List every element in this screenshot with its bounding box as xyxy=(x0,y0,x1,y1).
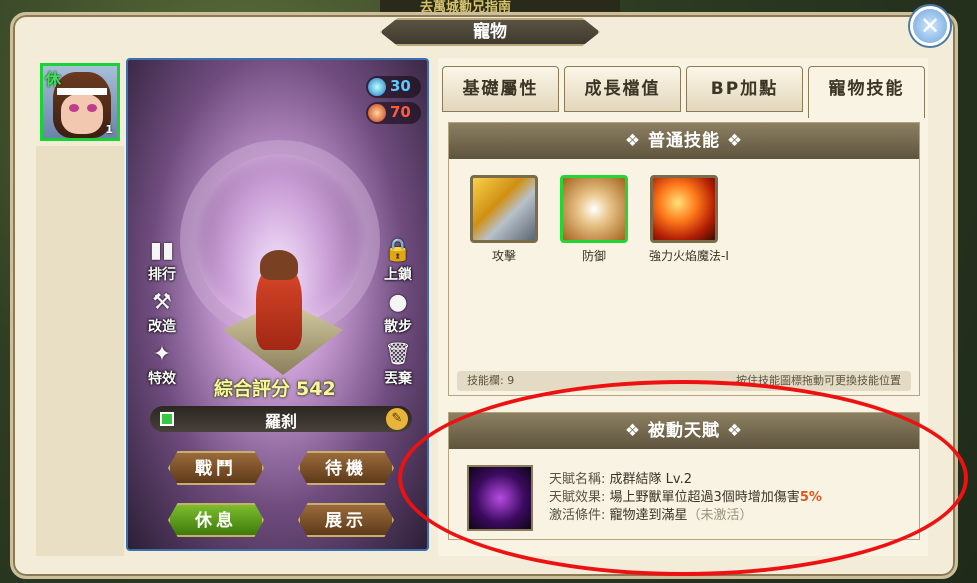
fireball-icon xyxy=(650,175,718,243)
talent-name-value: 成群結隊 Lv.2 xyxy=(609,472,692,487)
talent-condition-row: 激活條件: 寵物達到滿星（未激活） xyxy=(549,507,822,525)
score-value: 542 xyxy=(296,378,336,400)
skill-defend[interactable]: 防御 xyxy=(559,175,629,264)
discard-button[interactable]: 🗑 丟棄 xyxy=(380,342,416,388)
wrench-icon: ⚒ xyxy=(152,290,172,315)
ranking-icon: ▮▮ xyxy=(149,238,175,263)
talent-details: 天賦名稱: 成群結隊 Lv.2 天賦效果: 場上野獸單位超過3個時增加傷害5% … xyxy=(549,471,822,525)
top-banner: 去萬城勸兄指南 xyxy=(380,0,620,15)
sparkle-icon: ✦ xyxy=(152,342,172,367)
lock-button[interactable]: 🔒 上鎖 xyxy=(380,238,416,284)
talent-effect-value: 場上野獸單位超過3個時增加傷害 xyxy=(609,490,800,505)
pet-portrait-face xyxy=(61,94,103,134)
tab-bp-points[interactable]: BP加點 xyxy=(686,66,803,112)
passive-talent-title: ❖ 被動天賦 ❖ xyxy=(449,413,919,449)
pet-level: 1 xyxy=(105,123,113,136)
effects-button[interactable]: ✦ 特效 xyxy=(144,342,180,388)
skill-slot-count: 技能欄: 9 xyxy=(467,374,515,387)
resource-water: 30 xyxy=(366,76,421,98)
skill-name: 攻擊 xyxy=(491,249,516,263)
tab-base-attributes[interactable]: 基礎屬性 xyxy=(442,66,559,112)
pencil-icon: ✎ xyxy=(391,411,403,426)
close-icon: ✕ xyxy=(919,12,941,40)
pet-slot-selected[interactable]: 休 1 xyxy=(40,63,120,141)
talent-condition-value: 寵物達到滿星 xyxy=(609,508,688,523)
pet-name-bar: 羅刹 ✎ xyxy=(150,406,412,432)
resource-fire-value: 70 xyxy=(390,103,411,121)
skill-attack[interactable]: 攻擊 xyxy=(469,175,539,264)
effects-label: 特效 xyxy=(148,371,176,387)
lock-label: 上鎖 xyxy=(384,267,412,283)
window-title: 寵物 xyxy=(380,18,600,46)
pet-name: 羅刹 xyxy=(264,412,297,431)
tab-growth-values[interactable]: 成長檔值 xyxy=(564,66,681,112)
resource-fire: 70 xyxy=(366,102,421,124)
overall-score: 綜合評分 542 xyxy=(214,374,336,401)
paw-icon: ● xyxy=(388,290,408,315)
pet-portrait-eye xyxy=(87,104,97,112)
battle-button[interactable]: 戰鬥 xyxy=(168,451,264,485)
talent-activation-status: （未激活） xyxy=(687,508,753,523)
lock-icon: 🔒 xyxy=(384,238,412,263)
talent-silhouette-icon[interactable] xyxy=(467,465,533,531)
resource-water-value: 30 xyxy=(390,77,411,95)
passive-talent-section: ❖ 被動天賦 ❖ 天賦名稱: 成群結隊 Lv.2 天賦效果: 場上野獸單位超過3… xyxy=(448,412,920,540)
rest-status-tag: 休 xyxy=(45,70,62,89)
pet-portrait-headband xyxy=(57,88,107,95)
rest-button[interactable]: 休息 xyxy=(168,503,264,537)
trash-icon: 🗑 xyxy=(384,342,412,367)
talent-name-row: 天賦名稱: 成群結隊 Lv.2 xyxy=(549,471,822,489)
fire-orb-icon xyxy=(368,104,386,122)
talent-effect-percent: 5% xyxy=(799,490,822,505)
modify-button[interactable]: ⚒ 改造 xyxy=(144,290,180,336)
edit-name-button[interactable]: ✎ xyxy=(386,408,408,430)
pet-portrait-eye xyxy=(69,104,79,112)
display-button[interactable]: 展示 xyxy=(298,503,394,537)
modify-label: 改造 xyxy=(148,319,176,335)
ranking-button[interactable]: ▮▮ 排行 xyxy=(144,238,180,284)
normal-skills-section: ❖ 普通技能 ❖ 攻擊 防御 強力火焰魔法-Ⅰ 技能欄: 9 按住技能圖標拖動可… xyxy=(448,122,920,396)
walk-label: 散步 xyxy=(384,319,412,335)
talent-condition-label: 激活條件: xyxy=(549,508,606,523)
pet-model-head xyxy=(260,250,298,280)
skill-slot-bar: 技能欄: 9 按住技能圖標拖動可更換技能位置 xyxy=(457,371,911,391)
water-orb-icon xyxy=(368,78,386,96)
drag-hint: 按住技能圖標拖動可更換技能位置 xyxy=(736,374,901,387)
close-button[interactable]: ✕ xyxy=(910,6,950,46)
tab-pet-skills[interactable]: 寵物技能 xyxy=(808,66,925,118)
talent-effect-label: 天賦效果: xyxy=(549,490,606,505)
talent-effect-row: 天賦效果: 場上野獸單位超過3個時增加傷害5% xyxy=(549,489,822,507)
skill-name: 防御 xyxy=(581,249,606,263)
normal-skills-title: ❖ 普通技能 ❖ xyxy=(449,123,919,159)
shield-icon xyxy=(560,175,628,243)
score-label: 綜合評分 xyxy=(214,378,291,400)
ranking-label: 排行 xyxy=(148,267,176,283)
standby-button[interactable]: 待機 xyxy=(298,451,394,485)
discard-label: 丟棄 xyxy=(384,371,412,387)
skill-fire-magic[interactable]: 強力火焰魔法-Ⅰ xyxy=(649,175,729,264)
sword-icon xyxy=(470,175,538,243)
talent-name-label: 天賦名稱: xyxy=(549,472,606,487)
pet-list-column xyxy=(36,146,124,556)
walk-button[interactable]: ● 散步 xyxy=(380,290,416,336)
skill-name: 強力火焰魔法-Ⅰ xyxy=(649,249,729,263)
